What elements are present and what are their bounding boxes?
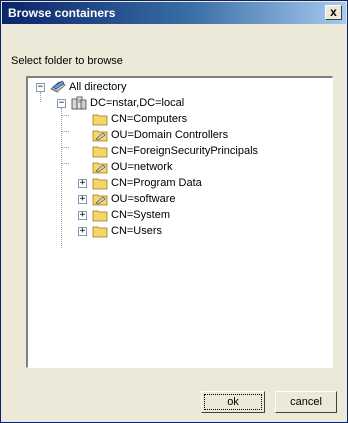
- tree-node-network[interactable]: OU=network: [92, 159, 172, 175]
- close-button[interactable]: x: [325, 5, 342, 20]
- tree-connector: [61, 147, 69, 148]
- tree-node-program-data[interactable]: CN=Program Data: [92, 175, 202, 191]
- folder-tree[interactable]: − All directory − DC=nstar,DC=local CN=C…: [26, 76, 333, 368]
- tree-node-label: CN=Computers: [111, 113, 188, 125]
- domain-server-icon: [71, 96, 87, 110]
- tree-connector: [61, 108, 62, 248]
- tree-node-label: CN=ForeignSecurityPrincipals: [111, 145, 259, 157]
- folder-icon: [92, 112, 108, 126]
- title-bar[interactable]: Browse containers x: [2, 2, 346, 24]
- tree-node-all-directory[interactable]: All directory: [50, 79, 126, 95]
- ou-folder-icon: [92, 128, 108, 142]
- tree-connector: [61, 163, 69, 164]
- tree-connector: [61, 131, 69, 132]
- tree-node-label: All directory: [69, 81, 127, 93]
- tree-node-software[interactable]: OU=software: [92, 191, 176, 207]
- software-expand-toggle[interactable]: +: [78, 195, 87, 204]
- ou-folder-icon: [92, 160, 108, 174]
- ok-button[interactable]: ok: [201, 391, 265, 413]
- tree-node-system[interactable]: CN=System: [92, 207, 170, 223]
- folder-icon: [92, 224, 108, 238]
- tree-node-label: DC=nstar,DC=local: [90, 97, 185, 109]
- prompt-label: Select folder to browse: [11, 55, 123, 67]
- folder-icon: [92, 208, 108, 222]
- tree-node-foreign-security-principals[interactable]: CN=ForeignSecurityPrincipals: [92, 143, 258, 159]
- tree-node-domain-controllers[interactable]: OU=Domain Controllers: [92, 127, 228, 143]
- users-expand-toggle[interactable]: +: [78, 227, 87, 236]
- domain-collapse-toggle[interactable]: −: [57, 99, 66, 108]
- ou-folder-icon: [92, 192, 108, 206]
- dialog-title: Browse containers: [8, 6, 116, 20]
- tree-node-label: OU=Domain Controllers: [111, 129, 229, 141]
- folder-icon: [92, 176, 108, 190]
- tree-node-label: CN=Program Data: [111, 177, 202, 189]
- system-expand-toggle[interactable]: +: [78, 211, 87, 220]
- folder-icon: [92, 144, 108, 158]
- tree-node-label: CN=Users: [111, 225, 163, 237]
- directory-icon: [50, 80, 66, 94]
- cancel-button[interactable]: cancel: [275, 391, 337, 413]
- tree-node-users[interactable]: CN=Users: [92, 223, 162, 239]
- tree-connector: [61, 115, 69, 116]
- tree-connector: [40, 92, 41, 102]
- root-collapse-toggle[interactable]: −: [36, 83, 45, 92]
- tree-node-label: OU=network: [111, 161, 173, 173]
- tree-node-label: CN=System: [111, 209, 170, 221]
- tree-node-computers[interactable]: CN=Computers: [92, 111, 187, 127]
- program-data-expand-toggle[interactable]: +: [78, 179, 87, 188]
- browse-containers-dialog: Browse containers x Select folder to bro…: [0, 0, 348, 423]
- close-icon: x: [330, 5, 337, 19]
- tree-node-label: OU=software: [111, 193, 176, 205]
- tree-node-domain[interactable]: DC=nstar,DC=local: [71, 95, 184, 111]
